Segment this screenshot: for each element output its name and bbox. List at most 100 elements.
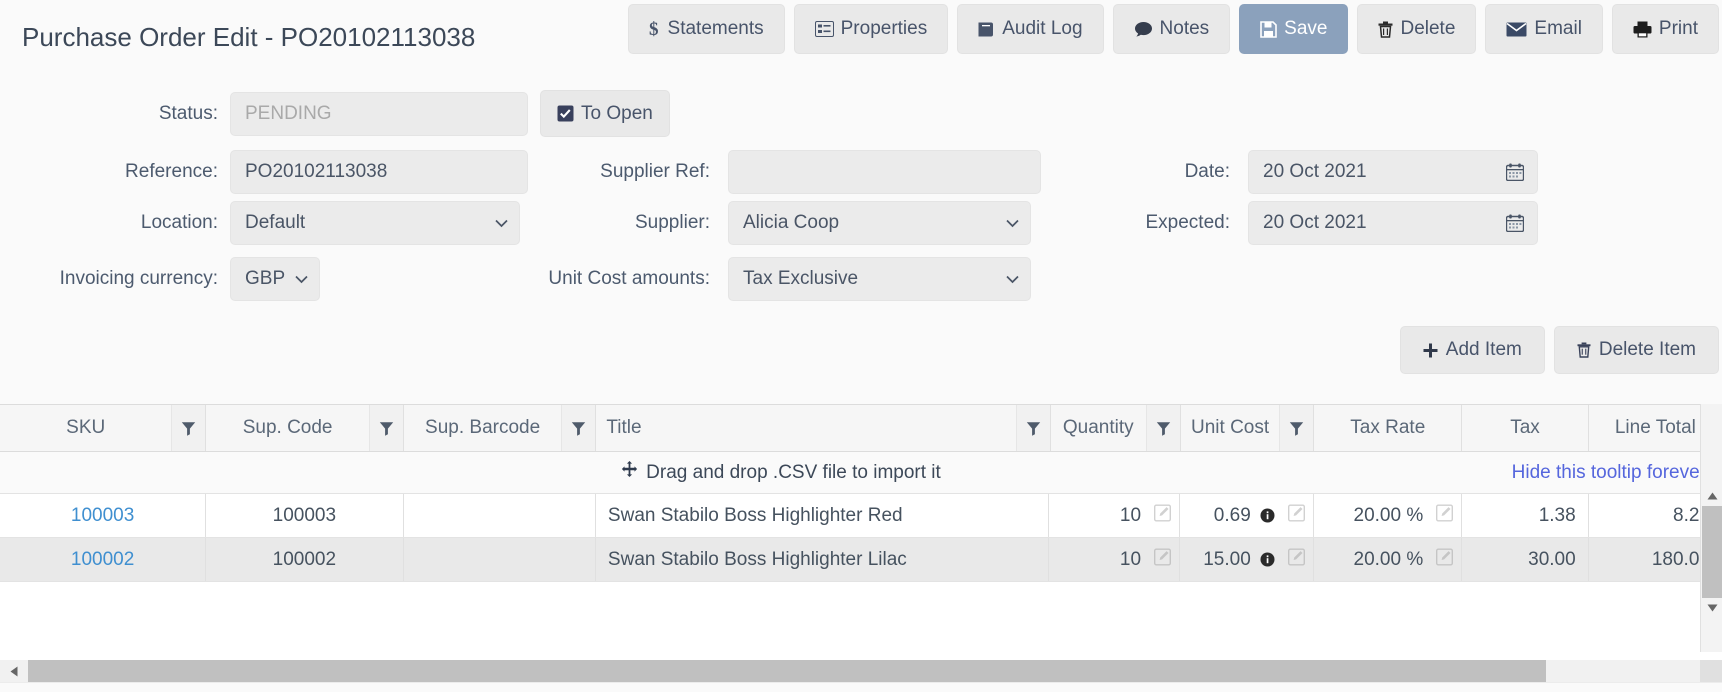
unit-cost-value: 15.00 — [1203, 548, 1251, 570]
email-button[interactable]: Email — [1485, 4, 1603, 54]
horizontal-scroll-track[interactable] — [28, 660, 1694, 682]
column-header-quantity[interactable]: Quantity — [1050, 405, 1181, 451]
edit-icon[interactable] — [1436, 503, 1454, 527]
delete-item-label: Delete Item — [1598, 339, 1696, 360]
status-field: PENDING — [230, 91, 528, 136]
to-open-toggle[interactable]: To Open — [540, 90, 670, 137]
column-header-sup-code[interactable]: Sup. Code — [206, 405, 404, 451]
column-label: Tax — [1510, 417, 1540, 438]
cell-sup-code: 100002 — [206, 538, 404, 581]
grid-vertical-scrollbar[interactable] — [1700, 404, 1722, 652]
location-value: Default — [245, 212, 306, 233]
envelope-icon — [1506, 22, 1527, 37]
filter-icon[interactable] — [368, 405, 403, 451]
date-row: Date: 20 Oct 2021 — [1100, 150, 1538, 194]
csv-import-tooltip-bar: Drag and drop .CSV file to import it Hid… — [0, 452, 1722, 494]
scroll-up-arrow-icon[interactable] — [1701, 486, 1722, 506]
delete-item-button[interactable]: Delete Item — [1553, 326, 1719, 374]
supplier-ref-field[interactable] — [728, 150, 1041, 194]
status-label: Status: — [158, 102, 218, 124]
to-open-label: To Open — [581, 102, 653, 124]
notes-button[interactable]: Notes — [1112, 4, 1231, 54]
column-header-sku[interactable]: SKU — [0, 405, 207, 451]
vertical-scroll-thumb[interactable] — [1702, 506, 1722, 598]
filter-icon[interactable] — [1015, 405, 1050, 451]
edit-icon[interactable] — [1436, 547, 1454, 571]
unit-cost-amounts-label: Unit Cost amounts: — [548, 268, 710, 289]
column-header-tax[interactable]: Tax — [1462, 405, 1589, 451]
expected-calendar-icon[interactable] — [1492, 201, 1538, 245]
supplier-ref-row: Supplier Ref: — [540, 150, 1041, 194]
checkbox-checked-icon — [557, 105, 574, 122]
print-button[interactable]: Print — [1611, 4, 1719, 54]
audit-log-button[interactable]: Audit Log — [957, 4, 1104, 54]
cell-unit-cost: 15.00 — [1180, 538, 1314, 581]
filter-icon[interactable] — [1145, 405, 1180, 451]
chevron-down-icon — [495, 219, 508, 228]
reference-label: Reference: — [125, 161, 218, 182]
grid-horizontal-scrollbar[interactable] — [0, 660, 1722, 682]
edit-icon[interactable] — [1287, 547, 1305, 571]
item-action-bar: Add Item Delete Item — [1399, 326, 1719, 374]
horizontal-scroll-thumb[interactable] — [28, 660, 1546, 682]
scroll-left-arrow-icon[interactable] — [0, 660, 28, 682]
column-header-sup-barcode[interactable]: Sup. Barcode — [403, 405, 597, 451]
table-row[interactable]: 100003 100003 Swan Stabilo Boss Highligh… — [0, 494, 1722, 538]
filter-icon[interactable] — [1279, 405, 1314, 451]
add-item-button[interactable]: Add Item — [1399, 326, 1545, 374]
sku-link[interactable]: 100003 — [71, 505, 134, 527]
dollar-icon: $ — [649, 19, 661, 39]
column-label: Sup. Barcode — [425, 417, 541, 438]
column-label: SKU — [66, 417, 106, 438]
csv-import-tooltip-text: Drag and drop .CSV file to import it — [646, 461, 941, 483]
csv-import-tooltip: Drag and drop .CSV file to import it — [0, 461, 1722, 484]
delete-button[interactable]: Delete — [1357, 4, 1477, 54]
save-button[interactable]: Save — [1239, 4, 1349, 54]
line-items-grid: SKU Sup. Code Sup. Barcode Title Quantit… — [0, 404, 1722, 692]
cell-sku: 100003 — [0, 494, 207, 537]
tax-rate-value: 20.00 % — [1353, 548, 1424, 570]
date-calendar-icon[interactable] — [1492, 150, 1538, 194]
location-select[interactable]: Default — [230, 201, 520, 245]
grid-header-row: SKU Sup. Code Sup. Barcode Title Quantit… — [0, 404, 1722, 452]
properties-button[interactable]: Properties — [793, 4, 949, 54]
cell-unit-cost: 0.69 — [1180, 494, 1314, 537]
filter-icon[interactable] — [171, 405, 206, 451]
invoicing-currency-label: Invoicing currency: — [59, 268, 218, 289]
arrows-move-icon — [621, 461, 638, 484]
column-header-title[interactable]: Title — [596, 405, 1051, 451]
properties-label: Properties — [840, 18, 928, 39]
cell-tax: 1.38 — [1462, 494, 1589, 537]
edit-icon[interactable] — [1287, 503, 1305, 527]
unit-cost-amounts-row: Unit Cost amounts: Tax Exclusive — [540, 257, 1031, 301]
edit-icon[interactable] — [1154, 503, 1172, 527]
column-header-tax-rate[interactable]: Tax Rate — [1314, 405, 1463, 451]
svg-text:$: $ — [649, 19, 659, 39]
order-form: Status: PENDING To Open Reference: PO201… — [0, 78, 1722, 308]
hide-tooltip-link[interactable]: Hide this tooltip forever — [1512, 462, 1706, 484]
reference-row: Reference: PO20102113038 — [0, 150, 528, 194]
page-bottom-edge — [0, 682, 1722, 692]
sku-link[interactable]: 100002 — [71, 549, 134, 571]
statements-button[interactable]: $ Statements — [627, 4, 785, 54]
edit-icon[interactable] — [1154, 547, 1172, 571]
table-row[interactable]: 100002 100002 Swan Stabilo Boss Highligh… — [0, 538, 1722, 582]
column-label: Title — [606, 417, 642, 438]
column-header-unit-cost[interactable]: Unit Cost — [1180, 405, 1315, 451]
supplier-select[interactable]: Alicia Coop — [728, 201, 1031, 245]
top-toolbar: $ Statements Properties Audit Log Notes … — [627, 4, 1719, 54]
unit-cost-amounts-select[interactable]: Tax Exclusive — [728, 257, 1031, 301]
list-alt-icon — [814, 21, 834, 37]
info-icon[interactable] — [1260, 552, 1275, 567]
trash-icon — [1378, 21, 1393, 38]
info-icon[interactable] — [1260, 508, 1275, 523]
scroll-down-arrow-icon[interactable] — [1701, 598, 1722, 618]
unit-cost-amounts-value: Tax Exclusive — [743, 268, 859, 289]
cell-title: Swan Stabilo Boss Highlighter Lilac — [596, 538, 1050, 581]
quantity-value: 10 — [1119, 504, 1142, 526]
date-label: Date: — [1184, 161, 1230, 182]
cell-sup-barcode — [404, 494, 596, 537]
invoicing-currency-select[interactable]: GBP — [230, 257, 320, 301]
reference-field[interactable]: PO20102113038 — [230, 150, 528, 194]
filter-icon[interactable] — [561, 405, 596, 451]
